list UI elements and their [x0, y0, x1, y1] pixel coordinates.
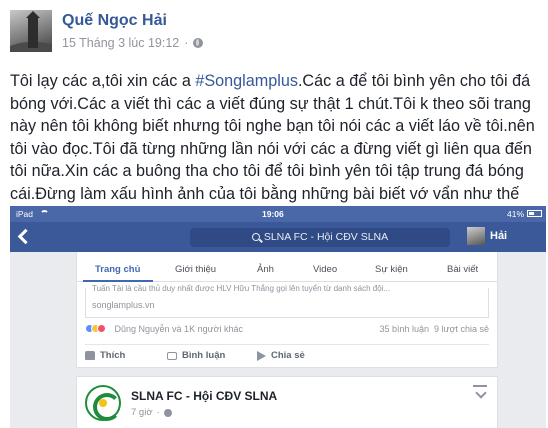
carrier-label: iPad	[16, 209, 34, 219]
active-tab-indicator	[83, 280, 153, 282]
post-actions: Thích Bình luận Chia sẻ	[85, 344, 489, 364]
page-post-meta: 7 giờ ·	[131, 407, 172, 418]
comments-count[interactable]: 35 bình luận	[379, 324, 429, 334]
search-icon	[251, 233, 260, 241]
author-avatar[interactable]	[10, 10, 52, 52]
nav-user-avatar[interactable]	[467, 227, 485, 245]
link-preview[interactable]: Tuấn Tài là cầu thủ duy nhất được HLV Hữ…	[85, 284, 489, 318]
post-meta: 15 Tháng 3 lúc 19:12 ·	[62, 36, 204, 50]
thumb-up-icon	[85, 351, 95, 360]
comment-icon	[167, 351, 177, 360]
page-name[interactable]: SLNA FC - Hội CĐV SLNA	[131, 389, 277, 403]
share-button[interactable]: Chia sẻ	[257, 350, 305, 361]
shares-count[interactable]: 9 lượt chia sẻ	[434, 324, 489, 334]
search-text: SLNA FC - Hội CĐV SLNA	[263, 231, 389, 243]
avatar-tower	[28, 16, 38, 48]
share-label: Chia sẻ	[271, 350, 305, 361]
author-name[interactable]: Quế Ngọc Hải	[62, 12, 167, 30]
globe-icon	[163, 408, 172, 417]
link-domain: songlamplus.vn	[92, 300, 155, 310]
search-bar[interactable]: SLNA FC - Hội CĐV SLNA	[190, 228, 450, 247]
tab-posts[interactable]: Bài viết	[447, 264, 478, 275]
hashtag-link[interactable]: #Songlamplus	[195, 72, 298, 90]
love-reaction-icon	[97, 324, 106, 333]
page-post-card-2: SLNA FC - Hội CĐV SLNA 7 giờ ·	[76, 376, 498, 428]
page-tabs: Trang chủ Giới thiệu Ảnh Video Sự kiện B…	[77, 252, 497, 282]
share-icon	[257, 350, 266, 361]
wifi-icon	[40, 210, 49, 217]
tab-photos[interactable]: Ảnh	[257, 264, 274, 275]
page-post-card: Trang chủ Giới thiệu Ảnh Video Sự kiện B…	[76, 252, 498, 368]
post-text-part1: Tôi lạy các a,tôi xin các a	[10, 72, 196, 90]
globe-icon[interactable]	[193, 38, 204, 48]
page-meta-separator: ·	[156, 407, 160, 418]
meta-separator: ·	[184, 36, 189, 50]
back-arrow-icon[interactable]	[17, 228, 34, 245]
slna-logo[interactable]	[85, 385, 121, 421]
link-snippet: Tuấn Tài là cầu thủ duy nhất được HLV Hữ…	[92, 284, 391, 293]
battery-percent: 41%	[506, 209, 524, 219]
reactions-names[interactable]: Dũng Nguyễn và 1K người khác	[115, 324, 244, 334]
post-timestamp[interactable]: 15 Tháng 3 lúc 19:12	[62, 36, 179, 50]
tab-events[interactable]: Sự kiện	[375, 264, 408, 275]
tab-home[interactable]: Trang chủ	[95, 264, 140, 275]
comment-label: Bình luận	[182, 350, 226, 361]
like-button[interactable]: Thích	[85, 350, 125, 361]
nav-user-name[interactable]: Hải	[490, 230, 507, 242]
comment-button[interactable]: Bình luận	[167, 350, 225, 361]
like-label: Thích	[100, 350, 126, 361]
battery-icon	[527, 210, 542, 217]
page-post-time[interactable]: 7 giờ	[131, 407, 153, 418]
post-text-part2: .Các a để tôi bình yên cho tôi đá bóng v…	[10, 72, 535, 226]
reactions-bar: Dũng Nguyễn và 1K người khác 35 bình luậ…	[85, 324, 489, 340]
status-time: 19:06	[262, 209, 284, 219]
ipad-status-bar: iPad 19:06 41%	[10, 206, 546, 222]
tab-videos[interactable]: Video	[313, 264, 337, 275]
post-text: Tôi lạy các a,tôi xin các a #Songlamplus…	[10, 70, 540, 228]
post-header: Quế Ngọc Hải 15 Tháng 3 lúc 19:12 ·	[10, 8, 538, 58]
tab-about[interactable]: Giới thiệu	[175, 264, 216, 275]
chevron-down-icon[interactable]	[473, 385, 487, 395]
facebook-nav-bar: SLNA FC - Hội CĐV SLNA Hải	[10, 222, 546, 252]
embedded-screenshot: iPad 19:06 41% SLNA FC - Hội CĐV SLNA Hả…	[10, 206, 546, 428]
